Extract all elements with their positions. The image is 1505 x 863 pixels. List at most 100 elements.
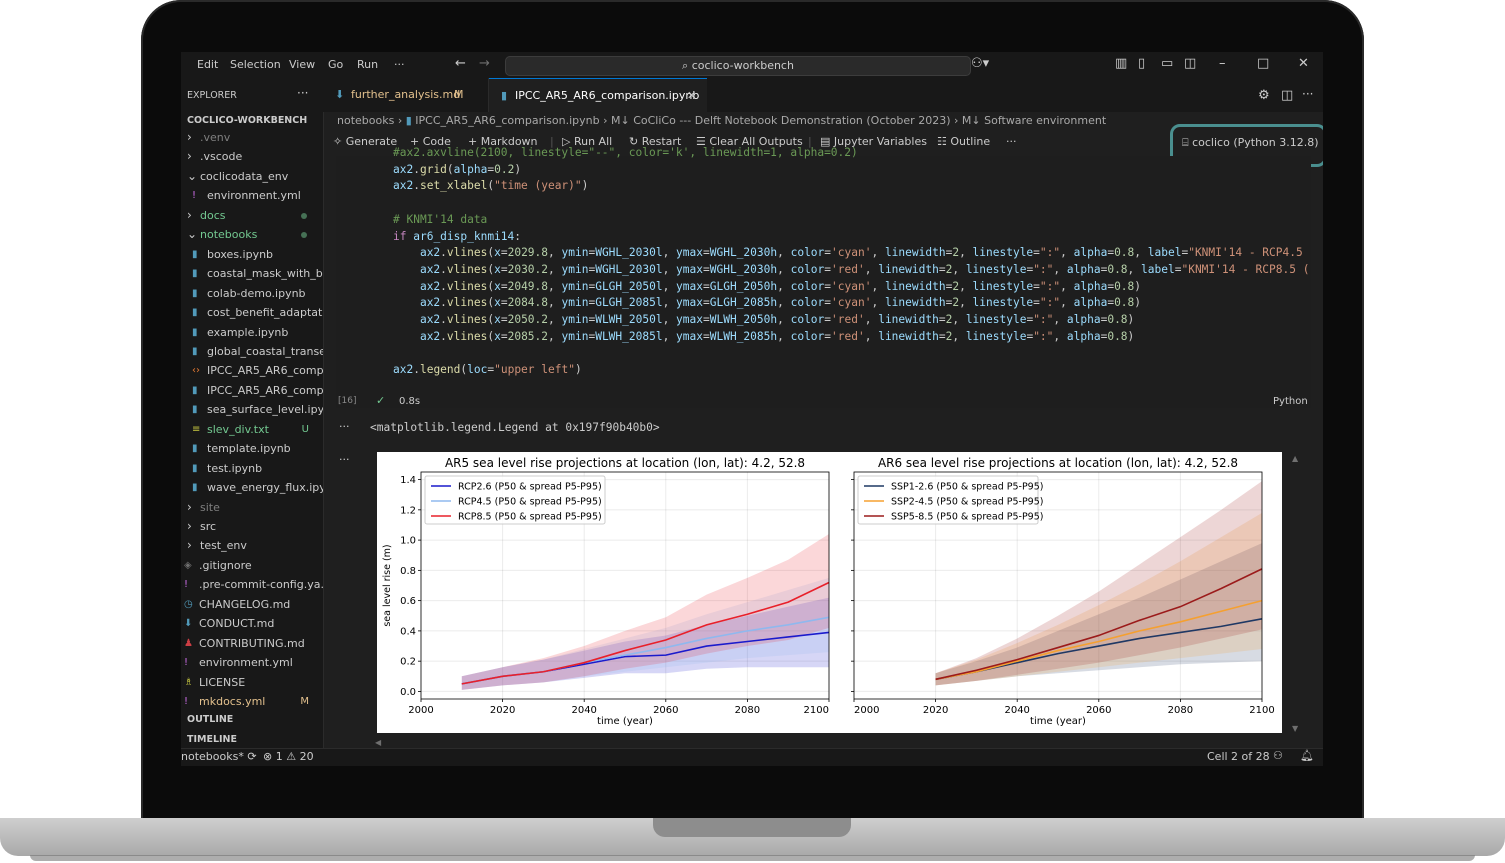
layout-customize-icon[interactable]: ▥ xyxy=(1115,56,1127,71)
folder-item[interactable]: ⌄ coclicodata_env xyxy=(181,167,323,186)
folder-item[interactable]: › src xyxy=(181,517,323,536)
editor-more-icon[interactable]: ··· xyxy=(1302,87,1313,101)
folder-item[interactable]: › test_env xyxy=(181,536,323,555)
file-item[interactable]: ! mkdocs.yml M xyxy=(181,692,323,711)
settings-gear-icon[interactable]: ⚙ xyxy=(1258,88,1270,103)
branch-status[interactable]: notebooks* ⟳ xyxy=(181,750,257,763)
menu-run[interactable]: Run xyxy=(357,58,378,71)
split-editor-icon[interactable]: ◫ xyxy=(1281,88,1293,103)
x-tick-label: 2040 xyxy=(1004,705,1029,716)
code-line: ax2.vlines(x=2084.8, ymin=GLGH_2085l, ym… xyxy=(419,296,1142,310)
file-item[interactable]: ⬇ CONDUCT.md xyxy=(181,614,323,633)
workspace-root[interactable]: COCLICO-WORKBENCH xyxy=(187,115,307,126)
bell-icon[interactable]: 🔔︎ xyxy=(1300,749,1314,762)
scroll-down-icon[interactable]: ▼ xyxy=(1292,724,1298,733)
problems-status[interactable]: ⊗ 1 ⚠ 20 xyxy=(263,750,314,763)
explorer-more-icon[interactable]: ··· xyxy=(297,86,308,100)
scroll-up-icon[interactable]: ▲ xyxy=(1292,454,1298,463)
file-item[interactable]: ▮ template.ipynb xyxy=(181,439,323,458)
file-item[interactable]: ! .pre-commit-config.ya... xyxy=(181,575,323,594)
output-more-icon[interactable]: ··· xyxy=(339,420,350,433)
legend-entry: SSP5-8.5 (P50 & spread P5-P95) xyxy=(891,512,1043,523)
copilot-status-icon[interactable]: ⚇ xyxy=(1273,749,1283,762)
tree-item-label: LICENSE xyxy=(199,675,246,689)
warning-icon: ⚠ xyxy=(286,750,300,763)
toggle-secondary-sidebar-icon[interactable]: ◫ xyxy=(1184,56,1196,71)
tab-further-analysis[interactable]: ⬇ further_analysis.md M xyxy=(323,78,489,112)
file-item[interactable]: ! environment.yml xyxy=(181,653,323,672)
cell-language[interactable]: Python xyxy=(1273,396,1308,407)
chevron-right-icon: › xyxy=(187,207,192,222)
file-item[interactable]: ♗ LICENSE xyxy=(181,673,323,692)
breadcrumb-file[interactable]: IPCC_AR5_AR6_comparison.ipynb xyxy=(415,114,599,127)
breadcrumb-notebooks[interactable]: notebooks xyxy=(337,114,394,127)
file-item[interactable]: ▮ IPCC_AR5_AR6_comp... xyxy=(181,381,323,400)
timeline-section[interactable]: TIMELINE xyxy=(187,734,237,745)
code-line: ax2.vlines(x=2030.2, ymin=WGHL_2030l, ym… xyxy=(419,262,1310,276)
file-item[interactable]: ▮ example.ipynb xyxy=(181,323,323,342)
tree-item-label: global_coastal_transe... xyxy=(207,344,323,358)
close-tab-icon[interactable]: ✕ xyxy=(687,79,696,113)
toggle-panel-icon[interactable]: ▭ xyxy=(1161,56,1173,71)
back-arrow-icon[interactable]: ← xyxy=(455,56,466,71)
kernel-picker[interactable]: ⌸ coclico (Python 3.12.8) xyxy=(1182,136,1319,150)
sparkle-icon: ✧ xyxy=(333,135,346,148)
status-bar: notebooks* ⟳ ⊗ 1 ⚠ 20 Cell 2 of 28 ⚇ 🔔︎ xyxy=(181,748,1323,766)
tab-label: IPCC_AR5_AR6_comparison.ipynb xyxy=(515,89,700,102)
file-item[interactable]: ▮ cost_benefit_adaptati... xyxy=(181,303,323,322)
generate-button[interactable]: ✧ Generate xyxy=(333,135,397,148)
output-more-icon[interactable]: ··· xyxy=(339,453,350,466)
folder-item[interactable]: › site xyxy=(181,498,323,517)
scroll-left-icon[interactable]: ◀ xyxy=(375,738,381,747)
menu-go[interactable]: Go xyxy=(328,58,343,71)
laptop-shadow xyxy=(30,855,1475,861)
menu-view[interactable]: View xyxy=(289,58,315,71)
file-item[interactable]: ‹› IPCC_AR5_AR6_comp... xyxy=(181,361,323,380)
outline-section[interactable]: OUTLINE xyxy=(187,714,233,725)
forward-arrow-icon[interactable]: → xyxy=(479,56,490,71)
notebook-file-icon: ▮ xyxy=(192,443,198,455)
file-item[interactable]: ▮ test.ipynb xyxy=(181,459,323,478)
close-window-icon[interactable]: ✕ xyxy=(1298,56,1309,71)
command-center-search[interactable]: ⌕ coclico-workbench xyxy=(505,56,971,76)
file-item[interactable]: ♟ CONTRIBUTING.md xyxy=(181,634,323,653)
sync-icon: ⟳ xyxy=(247,750,257,763)
check-icon: ✓ xyxy=(376,394,386,407)
file-item[interactable]: ▮ coastal_mask_with_b... xyxy=(181,264,323,283)
cell-position[interactable]: Cell 2 of 28 xyxy=(1207,750,1270,763)
file-item[interactable]: ▮ colab-demo.ipynb xyxy=(181,284,323,303)
folder-item[interactable]: ⌄ notebooks xyxy=(181,225,323,244)
search-icon: ⌕ xyxy=(682,59,692,72)
yaml-file-icon: ! xyxy=(184,696,189,708)
tab-ipcc-comparison[interactable]: ▮ IPCC_AR5_AR6_comparison.ipynb ✕ xyxy=(489,78,707,113)
breadcrumb-section[interactable]: M↓ CoCliCo --- Delft Notebook Demonstrat… xyxy=(611,114,950,127)
file-item[interactable]: ▮ boxes.ipynb xyxy=(181,245,323,264)
file-item[interactable]: ▮ wave_energy_flux.ipy... xyxy=(181,478,323,497)
code-line: ax2.vlines(x=2085.2, ymin=WLWH_2085l, ym… xyxy=(419,329,1135,343)
minimize-icon[interactable]: – xyxy=(1219,56,1226,71)
x-tick-label: 2000 xyxy=(854,705,879,716)
toolbar-more-button[interactable]: ··· xyxy=(1006,135,1017,148)
outline-button[interactable]: ☷ Outline xyxy=(937,135,990,148)
folder-item[interactable]: › docs xyxy=(181,206,323,225)
code-cell[interactable]: #ax2.axvline(2100, linestyle="--", color… xyxy=(336,146,1311,408)
menu-edit[interactable]: Edit xyxy=(197,58,218,71)
file-item[interactable]: ! environment.yml xyxy=(181,186,323,205)
file-item[interactable]: ◷ CHANGELOG.md xyxy=(181,595,323,614)
breadcrumb-subsection[interactable]: M↓ Software environment xyxy=(962,114,1106,127)
maximize-icon[interactable]: □ xyxy=(1257,56,1269,71)
toggle-sidebar-icon[interactable]: ▯ xyxy=(1138,56,1145,71)
file-item[interactable]: ◈ .gitignore xyxy=(181,556,323,575)
file-item[interactable]: ▮ sea_surface_level.ipynb xyxy=(181,400,323,419)
chevron-right-icon: › xyxy=(187,149,192,164)
git-status-badge: U xyxy=(301,423,309,435)
menu-selection[interactable]: Selection xyxy=(230,58,281,71)
folder-item[interactable]: › .vscode xyxy=(181,147,323,166)
file-item[interactable]: ▮ global_coastal_transe... xyxy=(181,342,323,361)
menu-more[interactable]: ··· xyxy=(394,58,405,71)
folder-item[interactable]: › .venv xyxy=(181,128,323,147)
copilot-icon[interactable]: ⚇▾ xyxy=(971,56,989,71)
file-item[interactable]: ≡ slev_div.txt U xyxy=(181,420,323,439)
chevron-right-icon: › xyxy=(603,114,612,127)
x-tick-label: 2040 xyxy=(571,705,596,716)
